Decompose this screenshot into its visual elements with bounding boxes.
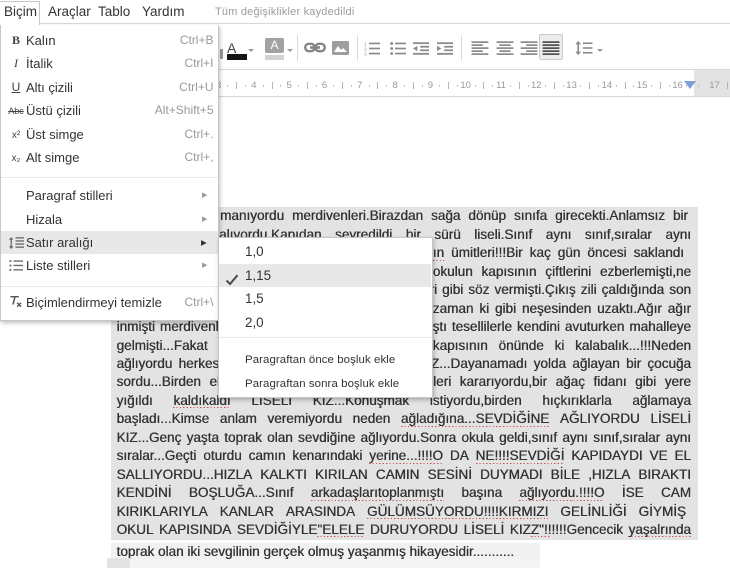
- svg-text:3: 3: [364, 51, 367, 56]
